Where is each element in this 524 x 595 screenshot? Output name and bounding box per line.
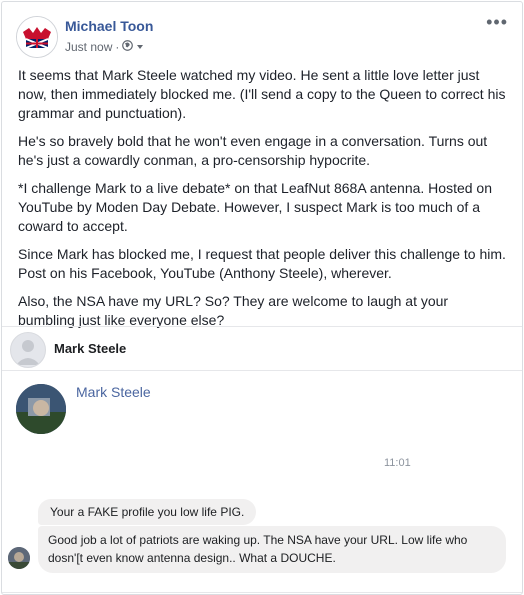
message-timestamp: 11:01 [384, 457, 411, 469]
audience-chevron-down-icon[interactable] [136, 40, 144, 54]
post-meta: Just now · [65, 40, 144, 54]
author-avatar[interactable] [16, 16, 58, 58]
more-options-icon[interactable]: ••• [486, 12, 508, 33]
author-name[interactable]: Michael Toon [65, 18, 153, 34]
message-bubble: Your a FAKE profile you low life PIG. [38, 499, 257, 525]
messenger-screenshot-header: Mark Steele [2, 328, 522, 368]
message-bubble: Good job a lot of patriots are waking up… [38, 526, 506, 573]
divider [2, 326, 522, 327]
divider [2, 370, 522, 371]
post-paragraph: Also, the NSA have my URL? So? They are … [18, 293, 449, 328]
facebook-post: Michael Toon Just now · ••• It seems tha… [1, 1, 523, 595]
post-paragraph: It seems that Mark Steele watched my vid… [18, 67, 506, 121]
post-paragraph: Since Mark has blocked me, I request tha… [18, 246, 506, 281]
conversation-name: Mark Steele [54, 341, 127, 356]
separator-dot: · [115, 40, 120, 54]
avatar-placeholder [10, 332, 46, 368]
post-header: Michael Toon Just now · ••• [2, 2, 522, 62]
post-text: It seems that Mark Steele watched my vid… [18, 66, 508, 339]
globe-icon[interactable] [122, 40, 134, 54]
contact-name: Mark Steele [76, 384, 151, 400]
post-timestamp[interactable]: Just now [65, 40, 112, 54]
post-paragraph: *I challenge Mark to a live debate* on t… [18, 180, 492, 234]
divider [2, 592, 522, 593]
post-paragraph: He's so bravely bold that he won't even … [18, 133, 488, 168]
contact-avatar [16, 384, 66, 434]
sender-avatar [8, 547, 30, 569]
